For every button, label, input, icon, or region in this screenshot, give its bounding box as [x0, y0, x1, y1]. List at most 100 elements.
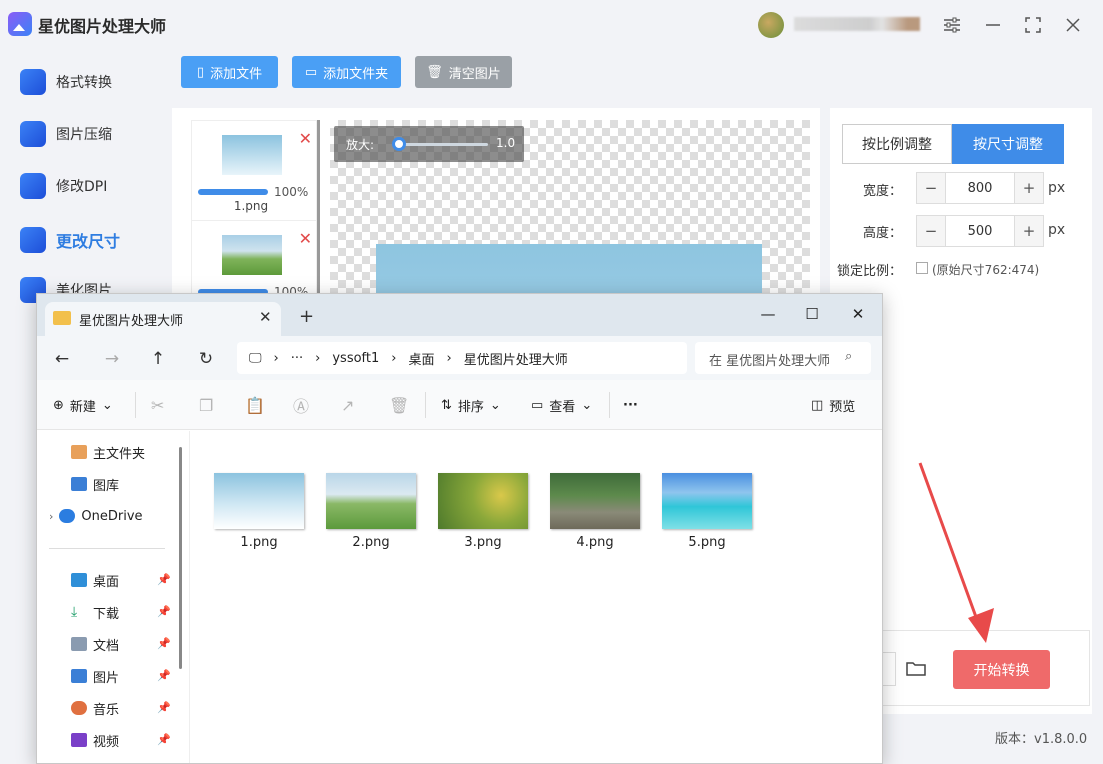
version-text: 版本：v1.8.0.0 [995, 732, 1088, 747]
nav-item-gallery[interactable]: 图库 [71, 473, 119, 495]
width-decrement-button[interactable]: − [917, 173, 945, 203]
thumbnail-image [222, 235, 282, 275]
zoom-value: 1.0 [496, 136, 516, 150]
address-bar[interactable]: 🖵 › ··· › yssoft1 › 桌面 › 星优图片处理大师 [237, 342, 687, 374]
sort-button[interactable]: ⇅ 排序 ⌄ [441, 394, 501, 416]
add-file-button[interactable]: ▯ 添加文件 [181, 56, 278, 88]
nav-label: 下载 [93, 606, 120, 622]
scrollbar[interactable] [179, 447, 182, 669]
nav-item-documents[interactable]: 文档 [71, 633, 119, 655]
pin-icon[interactable]: 📌 [157, 573, 171, 586]
up-arrow-icon[interactable]: ↑ [145, 346, 171, 372]
app-logo-icon [8, 12, 32, 36]
pin-icon[interactable]: 📌 [157, 669, 171, 682]
chevron-right-icon: › [315, 350, 321, 366]
breadcrumb-item[interactable]: 桌面 [408, 349, 434, 368]
start-convert-button[interactable]: 开始转换 [953, 650, 1050, 689]
more-path-icon[interactable]: ··· [291, 351, 303, 366]
tab-resize-by-size[interactable]: 按尺寸调整 [952, 124, 1064, 164]
avatar[interactable] [758, 12, 784, 38]
file-thumbnail [326, 473, 416, 529]
close-tab-icon[interactable]: ✕ [259, 308, 272, 326]
close-button[interactable]: ✕ [843, 300, 873, 328]
nav-item-pictures[interactable]: 图片 [71, 665, 119, 687]
sidebar-item-format-convert[interactable]: 格式转换 [20, 64, 112, 100]
nav-item-home[interactable]: 主文件夹 [71, 441, 145, 463]
sidebar-item-resize[interactable]: 更改尺寸 [20, 222, 120, 258]
pin-icon[interactable]: 📌 [157, 733, 171, 746]
progress-text: 100% [274, 185, 309, 199]
breadcrumb-item[interactable]: yssoft1 [332, 351, 379, 366]
forward-arrow-icon[interactable]: → [99, 346, 125, 372]
minimize-button[interactable]: — [753, 300, 783, 328]
open-folder-icon[interactable] [906, 660, 926, 681]
file-thumbnail [662, 473, 752, 529]
maximize-button[interactable]: ☐ [797, 300, 827, 328]
new-tab-button[interactable]: + [299, 306, 314, 327]
new-label: 新建 [69, 399, 96, 415]
more-options-button[interactable]: ··· [623, 394, 638, 416]
chevron-right-icon: › [273, 350, 279, 366]
lock-ratio-checkbox[interactable] [916, 262, 928, 274]
nav-item-videos[interactable]: 视频 [71, 729, 119, 751]
file-explorer-window: 星优图片处理大师 ✕ + — ☐ ✕ ← → ↑ ↻ 🖵 › ··· › yss… [36, 293, 883, 764]
compress-icon [20, 121, 46, 147]
username-blurred [794, 17, 920, 31]
settings-sliders-icon[interactable] [937, 10, 967, 40]
paste-icon[interactable]: 📋 [245, 394, 265, 416]
clear-images-label: 清空图片 [448, 66, 501, 82]
pin-icon[interactable]: 📌 [157, 637, 171, 650]
list-item[interactable]: ✕ 100% 1.png [192, 121, 318, 221]
explorer-tabbar: 星优图片处理大师 ✕ + — ☐ ✕ [37, 294, 882, 336]
remove-icon[interactable]: ✕ [299, 229, 312, 248]
sidebar-item-label: 修改DPI [56, 179, 108, 195]
delete-icon[interactable]: 🗑 [389, 394, 409, 416]
sidebar-item-dpi[interactable]: 修改DPI [20, 168, 107, 204]
file-name: 1.png [240, 535, 278, 550]
tab-title: 星优图片处理大师 [79, 314, 184, 329]
refresh-icon[interactable]: ↻ [193, 346, 219, 372]
view-button[interactable]: ▭ 查看 ⌄ [531, 394, 592, 416]
tab-resize-by-ratio[interactable]: 按比例调整 [842, 124, 952, 164]
nav-item-music[interactable]: 音乐 [71, 697, 119, 719]
pictures-icon [71, 669, 87, 683]
height-increment-button[interactable]: + [1015, 216, 1043, 246]
share-icon[interactable]: ↗ [341, 394, 354, 416]
nav-item-onedrive[interactable]: › OneDrive [49, 505, 143, 527]
width-input[interactable]: 800 [945, 173, 1015, 203]
search-input[interactable]: 在 星优图片处理大师 中搜索 ⌕ [695, 342, 871, 374]
clear-images-button[interactable]: 🗑 清空图片 [415, 56, 512, 88]
minimize-button[interactable] [978, 10, 1008, 40]
pin-icon[interactable]: 📌 [157, 605, 171, 618]
gallery-icon [71, 477, 87, 491]
explorer-tab[interactable]: 星优图片处理大师 ✕ [45, 302, 281, 336]
zoom-slider-handle[interactable] [392, 137, 406, 151]
remove-icon[interactable]: ✕ [299, 129, 312, 148]
desktop-icon [71, 573, 87, 587]
add-folder-button[interactable]: ▭ 添加文件夹 [292, 56, 401, 88]
pin-icon[interactable]: 📌 [157, 701, 171, 714]
new-button[interactable]: ⊕ 新建 ⌄ [53, 394, 113, 416]
preview-pane-button[interactable]: ◫ 预览 [811, 394, 855, 416]
nav-item-desktop[interactable]: 桌面 [71, 569, 119, 591]
width-increment-button[interactable]: + [1015, 173, 1043, 203]
maximize-button[interactable] [1018, 10, 1048, 40]
rename-icon[interactable]: Ⓐ [293, 394, 309, 416]
folder-icon [53, 311, 71, 325]
app-title: 星优图片处理大师 [38, 17, 167, 36]
width-stepper: − 800 + [916, 172, 1044, 204]
sidebar-item-label: 格式转换 [56, 75, 112, 91]
height-input[interactable]: 500 [945, 216, 1015, 246]
height-decrement-button[interactable]: − [917, 216, 945, 246]
cut-icon[interactable]: ✂ [151, 394, 164, 416]
file-list: 1.png 2.png 3.png 4.png 5.png [189, 431, 882, 763]
sidebar-item-compress[interactable]: 图片压缩 [20, 116, 112, 152]
breadcrumb-item[interactable]: 星优图片处理大师 [464, 349, 568, 368]
nav-item-downloads[interactable]: ⤓ 下载 [71, 601, 119, 623]
copy-icon[interactable]: ❐ [199, 394, 213, 416]
back-arrow-icon[interactable]: ← [49, 346, 75, 372]
zoom-slider-track[interactable] [398, 143, 488, 146]
nav-label: 桌面 [93, 574, 120, 590]
close-button[interactable] [1058, 10, 1088, 40]
height-stepper: − 500 + [916, 215, 1044, 247]
